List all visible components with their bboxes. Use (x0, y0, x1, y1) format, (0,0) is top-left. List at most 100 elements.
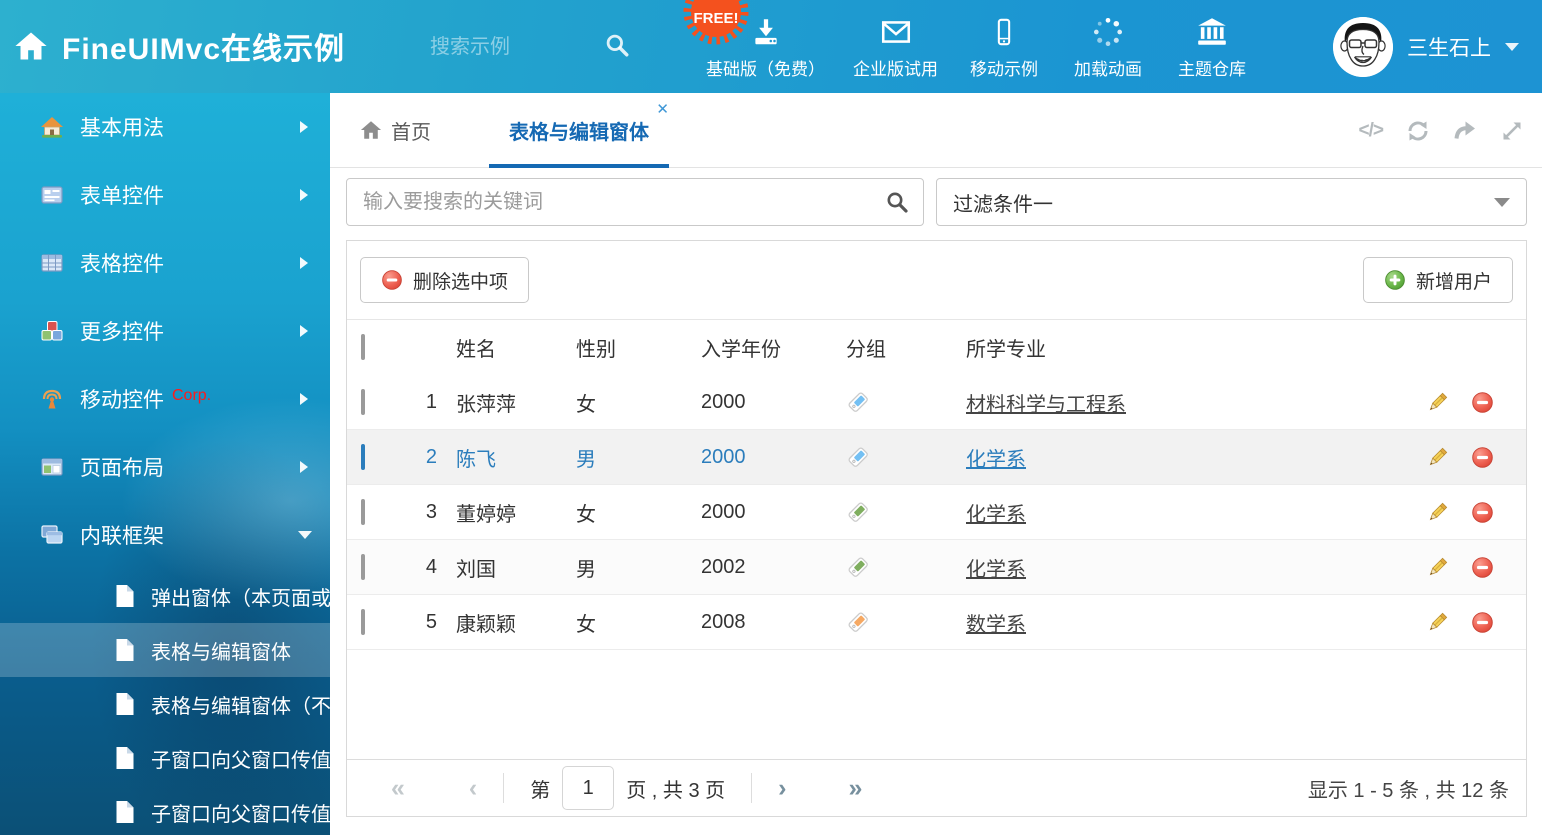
sidebar-subitem-child-to-parent[interactable]: 子窗口向父窗口传值 (0, 731, 330, 785)
sidebar-item-form-controls[interactable]: 表单控件 (0, 161, 330, 229)
file-icon (115, 746, 135, 770)
table-row-selected[interactable]: 2 陈飞 男 2000 化学系 (347, 430, 1526, 485)
sidebar-subitem-grid-edit-window[interactable]: 表格与编辑窗体 (0, 623, 330, 677)
sidebar-subitem-child-to-parent-2[interactable]: 子窗口向父窗口传值... (0, 785, 330, 835)
major-link[interactable]: 材料科学与工程系 (966, 394, 1126, 416)
sidebar-subitem-label: 表格与编辑窗体（不... (151, 690, 330, 719)
tag-icon (846, 610, 870, 634)
header-search-input[interactable]: 搜索示例 (430, 30, 590, 59)
major-link[interactable]: 数学系 (966, 614, 1026, 636)
add-user-button[interactable]: 新增用户 (1363, 257, 1513, 303)
delete-row-icon[interactable] (1471, 556, 1494, 579)
prev-page-button[interactable]: ‹ (469, 776, 477, 801)
nav-item-theme-store[interactable]: 主题仓库 (1160, 0, 1264, 93)
antenna-icon (40, 387, 64, 411)
search-icon[interactable] (604, 32, 630, 58)
keyword-search-input[interactable] (347, 179, 923, 225)
grid-toolbar: 删除选中项 新增用户 (347, 241, 1526, 319)
logo[interactable]: FineUIMvc在线示例 (14, 24, 345, 68)
sidebar-item-page-layout[interactable]: 页面布局 (0, 433, 330, 501)
tab-home[interactable]: 首页 (360, 93, 431, 167)
row-checkbox[interactable] (361, 609, 365, 635)
source-code-icon[interactable]: </> (1359, 120, 1383, 142)
delete-row-icon[interactable] (1471, 391, 1494, 414)
sidebar-item-more-controls[interactable]: 更多控件 (0, 297, 330, 365)
sidebar-subitem-grid-edit-window-2[interactable]: 表格与编辑窗体（不... (0, 677, 330, 731)
share-icon[interactable] (1453, 119, 1477, 143)
sidebar-subitem-popup-window[interactable]: 弹出窗体（本页面或... (0, 569, 330, 623)
major-link[interactable]: 化学系 (966, 449, 1026, 471)
column-header-name[interactable]: 姓名 (437, 333, 557, 362)
sidebar-item-basic-usage[interactable]: 基本用法 (0, 93, 330, 161)
keyword-search-box (346, 178, 924, 226)
last-page-button[interactable]: » (848, 776, 862, 801)
chevron-right-icon (300, 189, 308, 201)
major-link[interactable]: 化学系 (966, 504, 1026, 526)
table-row[interactable]: 3 董婷婷 女 2000 化学系 (347, 485, 1526, 540)
nav-label: 加载动画 (1074, 55, 1142, 80)
edit-pencil-icon[interactable] (1426, 611, 1449, 634)
user-name: 三生石上 (1407, 32, 1491, 62)
sidebar-item-label: 表单控件 (80, 180, 164, 210)
page-number-input[interactable] (562, 766, 614, 810)
expand-icon[interactable] (1500, 119, 1524, 143)
sidebar-item-grid-controls[interactable]: 表格控件 (0, 229, 330, 297)
filter-condition-dropdown[interactable]: 过滤条件一 (936, 178, 1527, 226)
refresh-icon[interactable] (1406, 119, 1430, 143)
tab-label: 首页 (391, 116, 431, 145)
edit-pencil-icon[interactable] (1426, 556, 1449, 579)
column-header-gender[interactable]: 性别 (557, 333, 682, 362)
cell-name: 刘国 (437, 553, 557, 582)
spinner-icon (1091, 14, 1125, 50)
nav-label: 企业版试用 (853, 55, 938, 80)
table-row[interactable]: 1 张萍萍 女 2000 材料科学与工程系 (347, 375, 1526, 430)
app-header: FineUIMvc在线示例 搜索示例 基础版（免费） (0, 0, 1542, 93)
table-row[interactable]: 5 康颖颖 女 2008 数学系 (347, 595, 1526, 650)
delete-selected-button[interactable]: 删除选中项 (360, 257, 529, 303)
sidebar-item-label: 更多控件 (80, 316, 164, 346)
row-checkbox[interactable] (361, 554, 365, 580)
user-menu[interactable]: 三生石上 (1333, 0, 1519, 93)
table-row[interactable]: 4 刘国 男 2002 化学系 (347, 540, 1526, 595)
cell-year: 2000 (682, 446, 827, 469)
major-link[interactable]: 化学系 (966, 559, 1026, 581)
free-badge: FREE! (682, 0, 750, 46)
delete-row-icon[interactable] (1471, 611, 1494, 634)
sidebar-item-mobile-controls[interactable]: 移动控件 Corp. (0, 365, 330, 433)
nav-label: 基础版（免费） (706, 55, 825, 80)
delete-row-icon[interactable] (1471, 446, 1494, 469)
button-label: 新增用户 (1416, 267, 1492, 294)
form-icon (40, 183, 64, 207)
column-header-year[interactable]: 入学年份 (682, 333, 827, 362)
row-checkbox[interactable] (361, 444, 365, 470)
row-checkbox[interactable] (361, 389, 365, 415)
edit-pencil-icon[interactable] (1426, 501, 1449, 524)
table-body: 1 张萍萍 女 2000 材料科学与工程系 2 陈飞 男 (347, 375, 1526, 650)
row-checkbox[interactable] (361, 499, 365, 525)
delete-row-icon[interactable] (1471, 501, 1494, 524)
sidebar-subitem-label: 表格与编辑窗体 (151, 636, 291, 665)
chevron-down-icon (1505, 43, 1519, 51)
column-header-major[interactable]: 所学专业 (947, 333, 1387, 362)
bank-icon (1194, 14, 1230, 50)
column-header-group[interactable]: 分组 (827, 333, 947, 362)
nav-item-loading-animation[interactable]: 加载动画 (1056, 0, 1160, 93)
tag-icon (846, 445, 870, 469)
sidebar-item-iframe[interactable]: 内联框架 (0, 501, 330, 569)
home-icon (40, 115, 64, 139)
nav-item-mobile-demo[interactable]: 移动示例 (952, 0, 1056, 93)
first-page-button[interactable]: « (391, 776, 405, 801)
sidebar-item-label: 表格控件 (80, 248, 164, 278)
layout-icon (40, 455, 64, 479)
next-page-button[interactable]: › (778, 776, 786, 801)
select-all-checkbox[interactable] (361, 334, 365, 360)
nav-item-enterprise-trial[interactable]: 企业版试用 (839, 0, 952, 93)
cell-gender: 男 (557, 553, 682, 582)
edit-pencil-icon[interactable] (1426, 446, 1449, 469)
close-icon[interactable]: ✕ (656, 102, 669, 117)
tab-grid-edit-window[interactable]: 表格与编辑窗体 ✕ (489, 93, 669, 167)
tab-bar: 首页 表格与编辑窗体 ✕ </> (330, 93, 1542, 168)
tag-icon (846, 500, 870, 524)
search-icon[interactable] (885, 190, 909, 214)
edit-pencil-icon[interactable] (1426, 391, 1449, 414)
